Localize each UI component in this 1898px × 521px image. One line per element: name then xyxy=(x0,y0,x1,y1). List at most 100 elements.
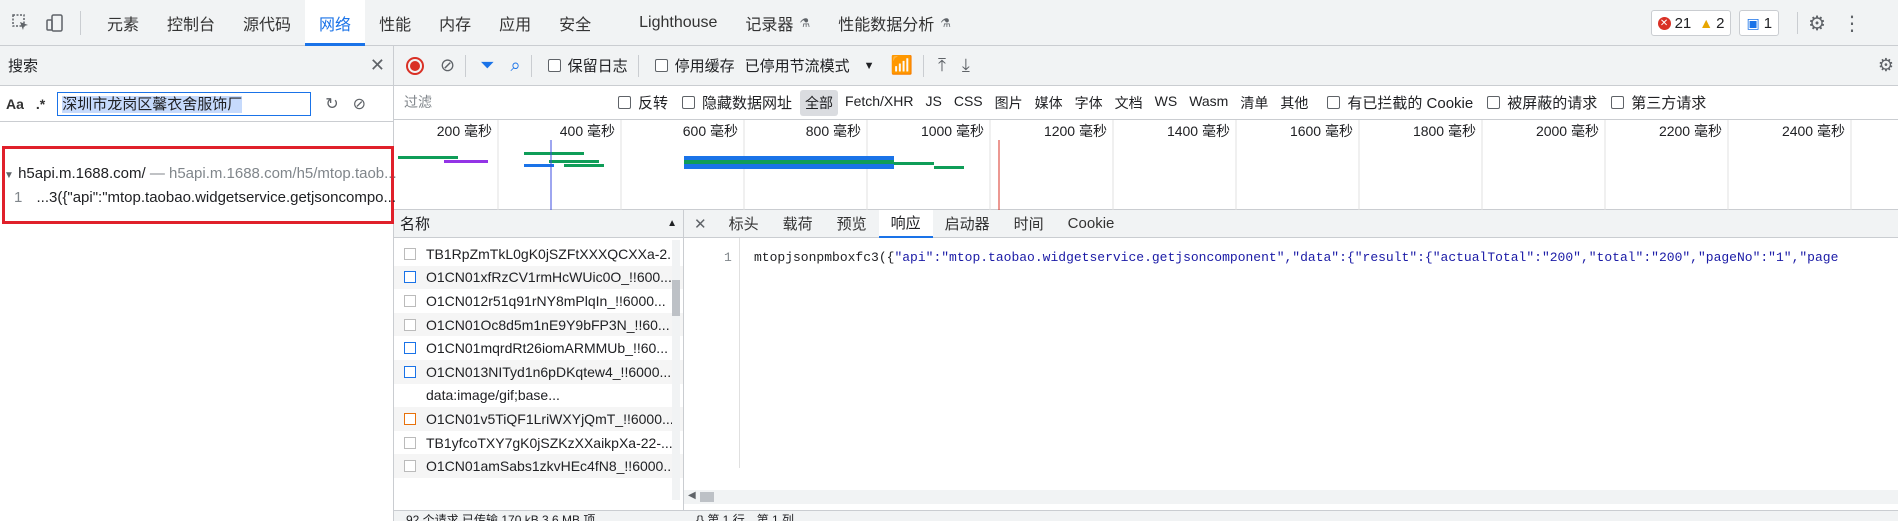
search-results: ▼ h5api.m.1688.com/ — h5api.m.1688.com/h… xyxy=(0,146,397,228)
file-type-icon xyxy=(404,365,416,378)
tab-4[interactable]: 性能 xyxy=(365,0,425,46)
tab-2[interactable]: 源代码 xyxy=(229,0,305,46)
regex-toggle[interactable]: .* xyxy=(36,96,45,112)
network-settings-icon[interactable]: ⚙ xyxy=(1878,55,1894,76)
tab-label: 内存 xyxy=(439,16,472,34)
type-filter-0[interactable]: 全部 xyxy=(800,89,839,116)
disable-cache-checkbox[interactable]: 停用缓存 xyxy=(654,55,735,76)
network-toolbar: ⊘ ⏷ ⌕ 保留日志 停用缓存 已停用节流模式 ▼ 📶 ⤒ ⤓ ⚙ xyxy=(394,46,1898,86)
error-count: 21 xyxy=(1674,14,1692,32)
import-har-icon[interactable]: ⤒ xyxy=(938,55,946,76)
messages-badge[interactable]: ▣ 1 xyxy=(1739,10,1780,36)
detail-tab-2[interactable]: 预览 xyxy=(825,210,879,238)
tab-label: 网络 xyxy=(319,16,352,34)
clear-log-icon[interactable]: ⊘ xyxy=(440,55,455,76)
file-type-icon xyxy=(404,294,416,307)
type-filter-11[interactable]: 其他 xyxy=(1275,90,1313,116)
file-type-icon xyxy=(404,342,416,355)
network-conditions-icon[interactable]: 📶 xyxy=(891,55,913,76)
close-detail-icon[interactable]: ✕ xyxy=(684,215,717,233)
clear-icon[interactable]: ⊘ xyxy=(353,94,366,114)
filter-input[interactable]: 过滤 xyxy=(400,91,608,114)
tab-5[interactable]: 内存 xyxy=(425,0,485,46)
timeline-tick-label: 2200 毫秒 xyxy=(1659,123,1722,139)
inspect-element-icon[interactable] xyxy=(8,10,34,36)
tab-9[interactable]: 记录器 ⚗ xyxy=(731,0,824,46)
code-prefix: mtopjsonpmboxfc3({ xyxy=(754,250,895,265)
tab-0[interactable]: 元素 xyxy=(93,0,153,46)
tab-label: 源代码 xyxy=(243,16,292,34)
device-toolbar-icon[interactable] xyxy=(42,10,68,36)
tab-6[interactable]: 应用 xyxy=(485,0,545,46)
request-name: O1CN01mqrdRt26iomARMMUb_!!60... xyxy=(426,340,668,357)
type-filter-2[interactable]: JS xyxy=(921,90,947,116)
detail-tab-5[interactable]: 时间 xyxy=(1002,210,1056,238)
timeline-bar xyxy=(444,160,488,163)
type-filter-8[interactable]: WS xyxy=(1150,90,1183,116)
blocked-cookies-checkbox[interactable]: 有已拦截的 Cookie xyxy=(1327,92,1473,113)
preserve-log-checkbox[interactable]: 保留日志 xyxy=(547,55,628,76)
record-button[interactable] xyxy=(406,56,424,75)
hide-data-urls-checkbox[interactable]: 隐藏数据网址 xyxy=(682,92,792,113)
detail-tab-1[interactable]: 载荷 xyxy=(771,210,825,238)
horizontal-scrollbar[interactable]: ◀ xyxy=(684,490,1898,504)
export-har-icon[interactable]: ⤓ xyxy=(962,55,970,76)
throttle-select[interactable]: 已停用节流模式 ▼ xyxy=(745,55,875,76)
result-file[interactable]: ▼ h5api.m.1688.com/ — h5api.m.1688.com/h… xyxy=(4,165,397,182)
timeline-bar xyxy=(684,164,894,169)
result-match[interactable]: 1 ...3({"api":"mtop.taobao.widgetservice… xyxy=(14,189,396,206)
request-row[interactable]: O1CN01xfRzCV1rmHcWUic0O_!!600... xyxy=(394,265,683,290)
timeline-tick-label: 2000 毫秒 xyxy=(1536,123,1599,139)
tab-1[interactable]: 控制台 xyxy=(153,0,229,46)
type-filter-4[interactable]: 图片 xyxy=(990,90,1028,116)
timeline-overview[interactable]: 200 毫秒 400 毫秒 600 毫秒 800 毫秒 1000 毫秒 1200 毫秒 14… xyxy=(394,120,1898,210)
search-header: 搜索 ✕ xyxy=(0,46,393,86)
refresh-icon[interactable]: ↻ xyxy=(325,94,338,114)
invert-checkbox[interactable]: 反转 xyxy=(618,92,668,113)
request-row[interactable]: O1CN01amSabs1zkvHEc4fN8_!!6000... xyxy=(394,454,683,478)
request-row[interactable]: data:image/gif;base... xyxy=(394,384,683,408)
type-filter-10[interactable]: 清单 xyxy=(1235,90,1273,116)
request-row[interactable]: TB1RpZmTkL0gK0jSZFtXXXQCXXa-2... xyxy=(394,242,683,266)
match-case-toggle[interactable]: Aa xyxy=(6,96,24,112)
type-filter-3[interactable]: CSS xyxy=(949,90,988,116)
tab-8[interactable]: Lighthouse xyxy=(625,0,731,46)
close-icon[interactable]: ✕ xyxy=(370,55,385,76)
tab-label: 应用 xyxy=(499,16,532,34)
type-filter-1[interactable]: Fetch/XHR xyxy=(840,90,918,116)
request-row[interactable]: O1CN01Oc8d5m1nE9Y9bFP3N_!!60... xyxy=(394,312,683,337)
warning-icon: ▲ xyxy=(1699,15,1714,31)
tab-3[interactable]: 网络 xyxy=(305,0,366,46)
search-icon[interactable]: ⌕ xyxy=(511,55,521,76)
detail-tab-3[interactable]: 响应 xyxy=(878,209,933,238)
third-party-checkbox[interactable]: 第三方请求 xyxy=(1611,92,1706,113)
type-filter-5[interactable]: 媒体 xyxy=(1030,90,1068,116)
request-row[interactable]: O1CN01v5TiQF1LriWXYjQmT_!!6000... xyxy=(394,407,683,431)
file-type-icon xyxy=(404,412,416,425)
request-row[interactable]: TB1yfcoTXY7gK0jSZKzXXaikpXa-22-... xyxy=(394,431,683,455)
request-row[interactable]: O1CN012r51q91rNY8mPlqIn_!!6000... xyxy=(394,289,683,313)
tab-7[interactable]: 安全 xyxy=(545,0,605,46)
type-filter-7[interactable]: 文档 xyxy=(1110,90,1148,116)
request-row[interactable]: O1CN013NITyd1n6pDKqtew4_!!6000... xyxy=(394,359,683,384)
detail-tab-4[interactable]: 启动器 xyxy=(933,210,1002,238)
tab-10[interactable]: 性能数据分析 ⚗ xyxy=(824,0,965,46)
type-filter-6[interactable]: 字体 xyxy=(1070,90,1108,116)
blocked-requests-checkbox[interactable]: 被屏蔽的请求 xyxy=(1487,92,1597,113)
detail-tab-6[interactable]: Cookie xyxy=(1056,210,1127,238)
tab-label: 控制台 xyxy=(167,16,216,34)
search-input[interactable]: 深圳市龙岗区馨衣舍服饰厂 xyxy=(57,91,312,116)
request-list-scrollbar[interactable] xyxy=(671,240,681,500)
status-bar-right: {} 第 1 行，第 1 列 xyxy=(684,510,1898,521)
response-code[interactable]: 1 mtopjsonpmboxfc3({"api":"mtop.taobao.w… xyxy=(684,238,1898,468)
request-row[interactable]: O1CN01mqrdRt26iomARMMUb_!!60... xyxy=(394,336,683,360)
more-options-icon[interactable]: ⋮ xyxy=(1842,11,1862,36)
request-name: O1CN013NITyd1n6pDKqtew4_!!6000... xyxy=(426,363,672,380)
request-list-header[interactable]: 名称 ▲ xyxy=(394,210,683,238)
gear-icon[interactable]: ⚙ xyxy=(1808,11,1826,36)
file-type-icon xyxy=(404,436,416,449)
detail-tab-0[interactable]: 标头 xyxy=(717,210,771,238)
type-filter-9[interactable]: Wasm xyxy=(1184,90,1233,116)
issues-badge[interactable]: ✕ 21 ▲ 2 xyxy=(1650,10,1732,36)
filter-icon[interactable]: ⏷ xyxy=(480,55,494,76)
